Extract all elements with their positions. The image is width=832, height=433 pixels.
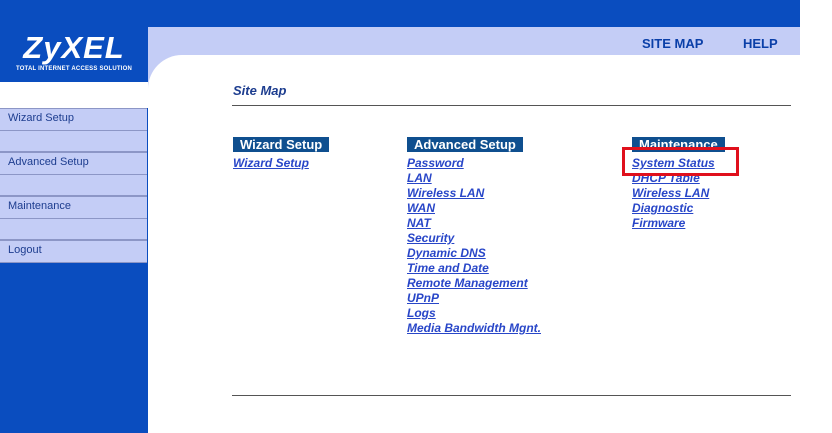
bottom-divider — [232, 395, 791, 396]
link-diagnostic[interactable]: Diagnostic — [632, 201, 715, 216]
wizard-setup-links: Wizard Setup — [233, 156, 309, 171]
link-upnp[interactable]: UPnP — [407, 291, 541, 306]
advanced-setup-links: Password LAN Wireless LAN WAN NAT Securi… — [407, 156, 541, 336]
zyxel-logo: ZyXEL TOTAL INTERNET ACCESS SOLUTION — [0, 27, 148, 82]
link-remote-management[interactable]: Remote Management — [407, 276, 541, 291]
section-heading-advanced-setup: Advanced Setup — [407, 137, 523, 152]
link-logs[interactable]: Logs — [407, 306, 541, 321]
sidebar-item-wizard-setup[interactable]: Wizard Setup — [0, 108, 147, 131]
highlight-box — [622, 147, 739, 176]
title-divider — [232, 105, 791, 106]
link-lan[interactable]: LAN — [407, 171, 541, 186]
sidebar-blank-row — [0, 131, 147, 152]
logo-tagline: TOTAL INTERNET ACCESS SOLUTION — [15, 66, 133, 72]
link-time-and-date[interactable]: Time and Date — [407, 261, 541, 276]
sidebar-item-advanced-setup[interactable]: Advanced Setup — [0, 152, 147, 175]
link-nat[interactable]: NAT — [407, 216, 541, 231]
link-firmware[interactable]: Firmware — [632, 216, 715, 231]
sidebar-item-label: Advanced Setup — [8, 156, 89, 168]
logo-brand: ZyXEL — [23, 30, 125, 65]
link-dynamic-dns[interactable]: Dynamic DNS — [407, 246, 541, 261]
sidebar-item-logout[interactable]: Logout — [0, 240, 147, 263]
help-link[interactable]: HELP — [743, 36, 778, 51]
sidebar-item-label: Maintenance — [8, 200, 71, 212]
link-security[interactable]: Security — [407, 231, 541, 246]
top-bar — [0, 0, 800, 27]
site-map-link[interactable]: SITE MAP — [642, 36, 703, 51]
link-password[interactable]: Password — [407, 156, 541, 171]
sidebar-spacer — [0, 82, 148, 108]
section-heading-wizard-setup: Wizard Setup — [233, 137, 330, 152]
link-media-bandwidth-mgnt[interactable]: Media Bandwidth Mgnt. — [407, 321, 541, 336]
link-wizard-setup[interactable]: Wizard Setup — [233, 156, 309, 171]
page-title: Site Map — [233, 83, 287, 98]
sidebar-blank-row — [0, 175, 147, 196]
link-wan[interactable]: WAN — [407, 201, 541, 216]
sidebar-blank-row — [0, 219, 147, 240]
link-wireless-lan[interactable]: Wireless LAN — [407, 186, 541, 201]
link-wireless-lan-maintenance[interactable]: Wireless LAN — [632, 186, 715, 201]
sidebar-item-label: Logout — [8, 244, 42, 256]
sidebar-item-maintenance[interactable]: Maintenance — [0, 196, 147, 219]
sidebar-item-label: Wizard Setup — [8, 112, 75, 124]
